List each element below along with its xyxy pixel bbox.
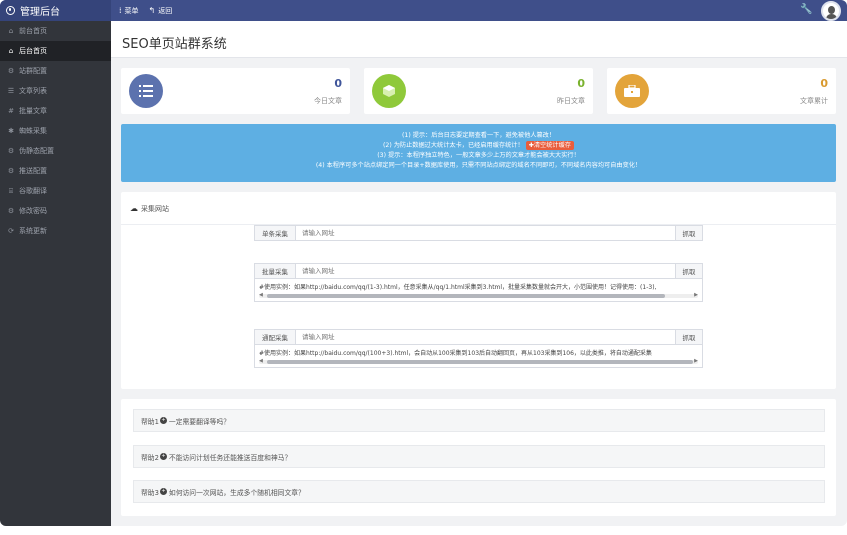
stat-card-today: 0 今日文章 bbox=[121, 68, 350, 114]
help-item-2[interactable]: 帮助2 + 不能访问计划任务还能推送百度和神马？ bbox=[133, 445, 825, 468]
page-header: SEO单页站群系统 bbox=[111, 21, 847, 58]
hash-icon: # bbox=[8, 107, 14, 115]
spider-icon: ✱ bbox=[8, 127, 14, 135]
stat-value: 0 bbox=[820, 77, 828, 90]
sidebar-item-frontend-home[interactable]: ⌂ 前台首页 bbox=[0, 21, 111, 41]
gear-icon: ⚙ bbox=[7, 147, 15, 155]
page-title: SEO单页站群系统 bbox=[122, 37, 227, 52]
wrench-icon[interactable]: 🔧 bbox=[800, 4, 812, 15]
dashboard-icon bbox=[6, 6, 15, 15]
batch-collect-group: 批量采集 抓取 bbox=[254, 263, 703, 279]
horizontal-scrollbar[interactable]: ◀ ▶ bbox=[259, 292, 698, 298]
notice-banner: (1) 提示：后台日志要定期查看一下，避免被他人篡改！ (2) 为防止数据过大统… bbox=[121, 124, 836, 182]
gear-icon: ⚙ bbox=[7, 207, 15, 215]
panel-title: ☁ 采集网站 bbox=[130, 204, 169, 213]
plus-circle-icon: + bbox=[159, 488, 167, 495]
sidebar-item-change-password[interactable]: ⚙ 修改密码 bbox=[0, 201, 111, 221]
notice-line: (2) 为防止数据过大统计太卡，已经启用缓存统计！ ✚清空统计缓存 bbox=[121, 141, 836, 151]
gear-icon: ⚙ bbox=[7, 167, 15, 175]
regular-collect-group: 通配采集 抓取 bbox=[254, 329, 703, 345]
scrollbar-thumb[interactable] bbox=[267, 294, 665, 298]
stat-label: 文章累计 bbox=[800, 97, 828, 105]
home-icon: ⌂ bbox=[8, 47, 14, 55]
list-icon bbox=[129, 74, 163, 108]
stat-label: 今日文章 bbox=[314, 97, 342, 105]
scroll-right-icon[interactable]: ▶ bbox=[694, 358, 698, 364]
batch-collect-label: 批量采集 bbox=[255, 264, 296, 278]
panel-header: ☁ 采集网站 bbox=[121, 192, 836, 225]
single-collect-button[interactable]: 抓取 bbox=[675, 226, 702, 240]
back-arrow-icon: ↰ bbox=[148, 5, 156, 15]
stat-value: 0 bbox=[334, 77, 342, 90]
collect-panel: ☁采集网站 单条采集 抓取 批量采集 抓取 #使用实例：如果http://bai… bbox=[121, 192, 836, 389]
cube-icon bbox=[372, 74, 406, 108]
notice-line: (4) 本程序可多个站点绑定同一个目录+数据库使用，只需不同站点绑定的域名不同即… bbox=[315, 162, 642, 169]
notice-line: (1) 提示：后台日志要定期查看一下，避免被他人篡改！ bbox=[401, 132, 556, 139]
clear-cache-button[interactable]: ✚清空统计缓存 bbox=[525, 141, 574, 150]
main-content: SEO单页站群系统 0 今日文章 0 昨日文章 0 文章累计 (1) 提示：后台… bbox=[111, 21, 847, 526]
update-icon: ⟳ bbox=[8, 227, 14, 235]
stat-card-total: 0 文章累计 bbox=[607, 68, 836, 114]
sidebar-item-push-config[interactable]: ⚙ 推送配置 bbox=[0, 161, 111, 181]
menu-toggle-button[interactable]: ⁞ 菜单 bbox=[119, 6, 139, 16]
stat-card-yesterday: 0 昨日文章 bbox=[364, 68, 593, 114]
single-collect-input[interactable] bbox=[296, 226, 675, 240]
scroll-left-icon[interactable]: ◀ bbox=[259, 292, 263, 298]
plus-circle-icon: + bbox=[159, 453, 167, 460]
horizontal-scrollbar[interactable]: ◀ ▶ bbox=[259, 358, 698, 364]
help-section: 帮助1 + 一定需要翻译等吗？ 帮助2 + 不能访问计划任务还能推送百度和神马？ 帮助3… bbox=[121, 399, 836, 516]
bank-icon: ⌸ bbox=[8, 186, 14, 195]
app-window: 管理后台 ⁞ 菜单 ↰ 返回 🔧 ⌂ 前台首页 ⌂ 后台首页 ⚙ 站群配置 ☰ 文章列表 #… bbox=[0, 0, 847, 526]
sidebar-item-admin-home[interactable]: ⌂ 后台首页 bbox=[0, 41, 111, 61]
scrollbar-thumb[interactable] bbox=[267, 360, 693, 364]
sidebar-item-site-config[interactable]: ⚙ 站群配置 bbox=[0, 61, 111, 81]
plus-circle-icon: + bbox=[159, 417, 167, 424]
help-item-1[interactable]: 帮助1 + 一定需要翻译等吗？ bbox=[133, 409, 825, 432]
stat-value: 0 bbox=[577, 77, 585, 90]
scroll-right-icon[interactable]: ▶ bbox=[694, 292, 698, 298]
single-collect-label: 单条采集 bbox=[255, 226, 296, 240]
regular-example-text: #使用实例：如果http://baidu.com/qq/(100+3).html… bbox=[259, 350, 652, 357]
menu-icon: ⁞ bbox=[119, 5, 122, 15]
single-collect-group: 单条采集 抓取 bbox=[254, 225, 703, 241]
sidebar-item-article-list[interactable]: ☰ 文章列表 bbox=[0, 81, 111, 101]
avatar[interactable] bbox=[821, 1, 841, 21]
scroll-left-icon[interactable]: ◀ bbox=[259, 358, 263, 364]
regular-example-box[interactable]: #使用实例：如果http://baidu.com/qq/(100+3).html… bbox=[254, 345, 703, 368]
sidebar-item-system-update[interactable]: ⟳ 系统更新 bbox=[0, 221, 111, 241]
sidebar: ⌂ 前台首页 ⌂ 后台首页 ⚙ 站群配置 ☰ 文章列表 # 批量文章 ✱ 蜘蛛采集 ⚙ 伪静态… bbox=[0, 21, 111, 526]
regular-collect-input[interactable] bbox=[296, 330, 675, 344]
batch-collect-button[interactable]: 抓取 bbox=[675, 264, 702, 278]
batch-collect-input[interactable] bbox=[296, 264, 675, 278]
sidebar-item-google-translate[interactable]: ⌸ 谷歌翻译 bbox=[0, 181, 111, 201]
help-item-3[interactable]: 帮助3 + 如何访问一次网站，生成多个随机相同文章？ bbox=[133, 480, 825, 503]
list-icon: ☰ bbox=[7, 87, 15, 95]
sidebar-item-rewrite-config[interactable]: ⚙ 伪静态配置 bbox=[0, 141, 111, 161]
top-navbar: 管理后台 ⁞ 菜单 ↰ 返回 🔧 bbox=[0, 0, 847, 21]
stat-label: 昨日文章 bbox=[557, 97, 585, 105]
notice-line: (3) 提示：本程序独立特色，一般文章多少上万的文章才能会被大大实行！ bbox=[377, 152, 580, 159]
home-icon: ⌂ bbox=[8, 27, 14, 35]
regular-collect-button[interactable]: 抓取 bbox=[675, 330, 702, 344]
batch-example-box[interactable]: #使用实例：如果http://baidu.com/qq/(1-3).html，任… bbox=[254, 279, 703, 302]
briefcase-icon bbox=[615, 74, 649, 108]
sidebar-item-spider-collect[interactable]: ✱ 蜘蛛采集 bbox=[0, 121, 111, 141]
gear-icon: ⚙ bbox=[7, 67, 15, 75]
cloud-icon: ☁ bbox=[130, 204, 138, 213]
back-button[interactable]: ↰ 返回 bbox=[149, 6, 173, 16]
sidebar-item-batch-articles[interactable]: # 批量文章 bbox=[0, 101, 111, 121]
brand-logo[interactable]: 管理后台 bbox=[0, 0, 111, 21]
app-title: 管理后台 bbox=[20, 7, 60, 18]
regular-collect-label: 通配采集 bbox=[255, 330, 296, 344]
batch-example-text: #使用实例：如果http://baidu.com/qq/(1-3).html，任… bbox=[259, 284, 657, 291]
